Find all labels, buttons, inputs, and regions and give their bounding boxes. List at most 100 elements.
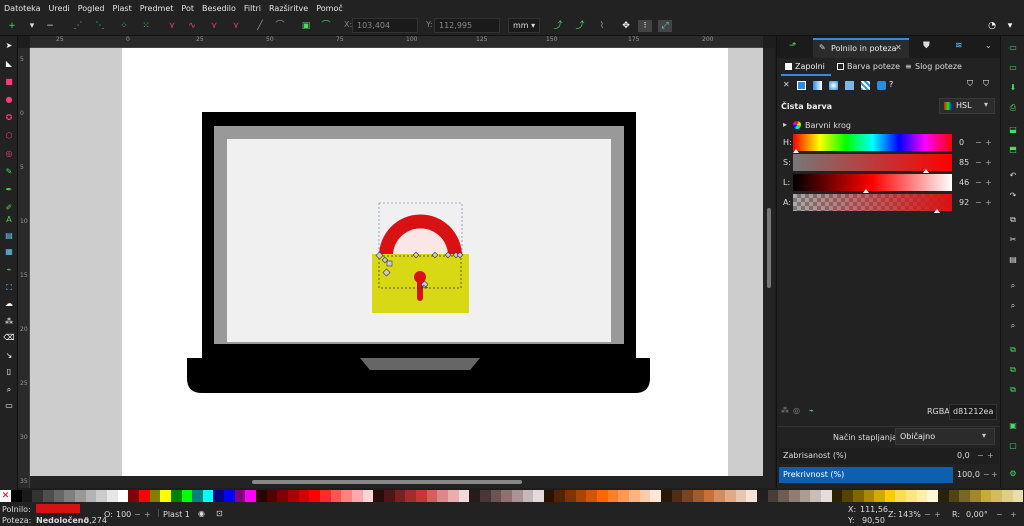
tweak-tool-icon[interactable]: ☁ xyxy=(3,298,15,310)
palette-swatch[interactable] xyxy=(778,490,789,502)
show-mask-icon[interactable]: ⤴ xyxy=(574,20,586,32)
clone-icon[interactable]: ⧉ xyxy=(1007,364,1019,376)
zoom-tool-icon[interactable]: ⌕ xyxy=(3,384,15,396)
palette-swatch[interactable] xyxy=(362,490,374,502)
palette-swatch[interactable] xyxy=(852,490,864,502)
chevron-down-icon[interactable]: ▾ xyxy=(1004,20,1016,32)
dropper-tool-icon[interactable]: ⌁ xyxy=(3,264,15,276)
palette-swatch[interactable] xyxy=(874,490,885,502)
pen-tool-icon[interactable]: ✒ xyxy=(3,184,15,196)
palette-swatch[interactable] xyxy=(245,490,257,502)
pages-tool-icon[interactable]: ▯ xyxy=(3,366,15,378)
palette-swatch[interactable] xyxy=(74,490,86,502)
show-outline-icon[interactable]: ⤢ xyxy=(658,20,672,32)
palette-swatch[interactable] xyxy=(1002,490,1013,502)
no-paint-icon[interactable]: ✕ xyxy=(783,80,790,89)
palette-swatch[interactable] xyxy=(106,490,118,502)
ungroup-icon[interactable]: ▢ xyxy=(1007,440,1019,452)
palette-swatch[interactable] xyxy=(53,490,65,502)
delete-node-icon[interactable]: − xyxy=(44,20,56,32)
star-tool-icon[interactable]: ✪ xyxy=(3,112,15,124)
palette-swatch[interactable] xyxy=(383,490,395,502)
preferences-icon[interactable]: ⚙ xyxy=(1007,468,1019,480)
zoom-value[interactable]: 143% xyxy=(898,510,921,519)
unit-select[interactable]: mm ▾ xyxy=(508,18,540,33)
increment-icon[interactable]: + xyxy=(985,154,992,171)
node-tool-icon[interactable]: ◣ xyxy=(3,58,15,70)
palette-swatch[interactable] xyxy=(447,490,459,502)
palette-swatch[interactable] xyxy=(192,490,203,502)
menu-filters[interactable]: Filtri xyxy=(244,4,261,13)
copy-icon[interactable]: ⧉ xyxy=(1007,214,1019,226)
palette-swatch[interactable] xyxy=(810,490,821,502)
vertical-scrollbar[interactable] xyxy=(763,48,775,488)
palette-swatch[interactable] xyxy=(703,490,715,502)
menu-file[interactable]: Datoteka xyxy=(4,4,41,13)
palette-swatch[interactable] xyxy=(415,490,427,502)
lightness-slider[interactable] xyxy=(793,174,952,193)
alpha-spinbox[interactable]: 92− + xyxy=(957,194,995,211)
palette-swatch[interactable] xyxy=(788,490,800,502)
palette-swatch[interactable] xyxy=(352,490,363,502)
palette-swatch[interactable] xyxy=(490,490,502,502)
out-of-gamut-icon[interactable]: ◎ xyxy=(793,406,800,415)
stroke-to-path-icon[interactable]: ⌒ xyxy=(320,20,332,32)
blend-mode-select[interactable]: Običajno ▾ xyxy=(895,428,995,445)
ellipse-tool-icon[interactable]: ● xyxy=(3,94,15,106)
box3d-tool-icon[interactable]: ⬡ xyxy=(3,130,15,142)
show-path-outline-icon[interactable]: ⌇ xyxy=(596,20,608,32)
palette-swatch[interactable] xyxy=(938,490,949,502)
close-icon[interactable]: ✕ xyxy=(895,43,902,52)
saturation-slider[interactable] xyxy=(793,154,952,173)
new-document-icon[interactable]: ▭ xyxy=(1007,42,1019,54)
zoom-selection-icon[interactable]: ⌕ xyxy=(1007,280,1019,292)
node-symmetric-icon[interactable]: ⋎ xyxy=(208,20,220,32)
menu-edit[interactable]: Uredi xyxy=(49,4,70,13)
import-icon[interactable]: ⬓ xyxy=(1007,124,1019,136)
paste-icon[interactable]: ▤ xyxy=(1007,254,1019,266)
mesh-gradient-icon[interactable] xyxy=(845,81,854,90)
increment-icon[interactable]: + xyxy=(934,510,941,519)
eraser-tool-icon[interactable]: ⌫ xyxy=(3,332,15,344)
palette-swatch[interactable] xyxy=(181,490,193,502)
fill-rule-evenodd-icon[interactable]: ⛉ xyxy=(967,79,973,89)
alpha-slider[interactable] xyxy=(793,194,952,213)
palette-swatch[interactable] xyxy=(586,490,598,502)
vertical-scroll-thumb[interactable] xyxy=(767,208,771,288)
decrement-icon[interactable]: − xyxy=(996,510,1003,519)
palette-swatch[interactable] xyxy=(234,490,246,502)
increment-icon[interactable]: + xyxy=(991,467,998,483)
break-path-icon[interactable]: ⋱ xyxy=(94,20,106,32)
chevron-down-icon[interactable]: ⌄ xyxy=(985,41,992,50)
palette-swatch[interactable] xyxy=(639,490,651,502)
saturation-spinbox[interactable]: 85− + xyxy=(957,154,995,171)
palette-swatch[interactable] xyxy=(511,490,523,502)
join-segment-icon[interactable]: ⁘ xyxy=(118,20,130,32)
palette-swatch[interactable] xyxy=(128,490,139,502)
palette-swatch[interactable] xyxy=(437,490,448,502)
print-icon[interactable]: ⎙ xyxy=(1007,102,1019,114)
zoom-page-icon[interactable]: ⌕ xyxy=(1007,320,1019,332)
lightness-spinbox[interactable]: 46− + xyxy=(957,174,995,191)
palette-swatch[interactable] xyxy=(266,490,278,502)
no-paint-swatch[interactable]: ✕ xyxy=(0,490,11,502)
palette-swatch[interactable] xyxy=(948,490,960,502)
palette-swatch[interactable] xyxy=(671,490,683,502)
palette-swatch[interactable] xyxy=(11,490,22,502)
subtab-stroke-style[interactable]: ≡ Slog poteze xyxy=(901,60,969,76)
selector-tool-icon[interactable]: ➤ xyxy=(3,40,15,52)
palette-swatch[interactable] xyxy=(916,490,928,502)
opacity-spinbox[interactable]: 100,0 − + xyxy=(955,467,999,483)
menu-view[interactable]: Pogled xyxy=(78,4,105,13)
palette-swatch[interactable] xyxy=(565,490,576,502)
palette-swatch[interactable] xyxy=(980,490,992,502)
palette-swatch[interactable] xyxy=(213,490,225,502)
join-nodes-icon[interactable]: ⋰ xyxy=(72,20,84,32)
palette-swatch[interactable] xyxy=(469,490,480,502)
palette-swatch[interactable] xyxy=(842,490,853,502)
palette-swatch[interactable] xyxy=(426,490,438,502)
palette-swatch[interactable] xyxy=(64,490,75,502)
palette-swatch[interactable] xyxy=(1012,490,1024,502)
redo-icon[interactable]: ↷ xyxy=(1007,190,1019,202)
save-icon[interactable]: ⬇ xyxy=(1007,82,1019,94)
